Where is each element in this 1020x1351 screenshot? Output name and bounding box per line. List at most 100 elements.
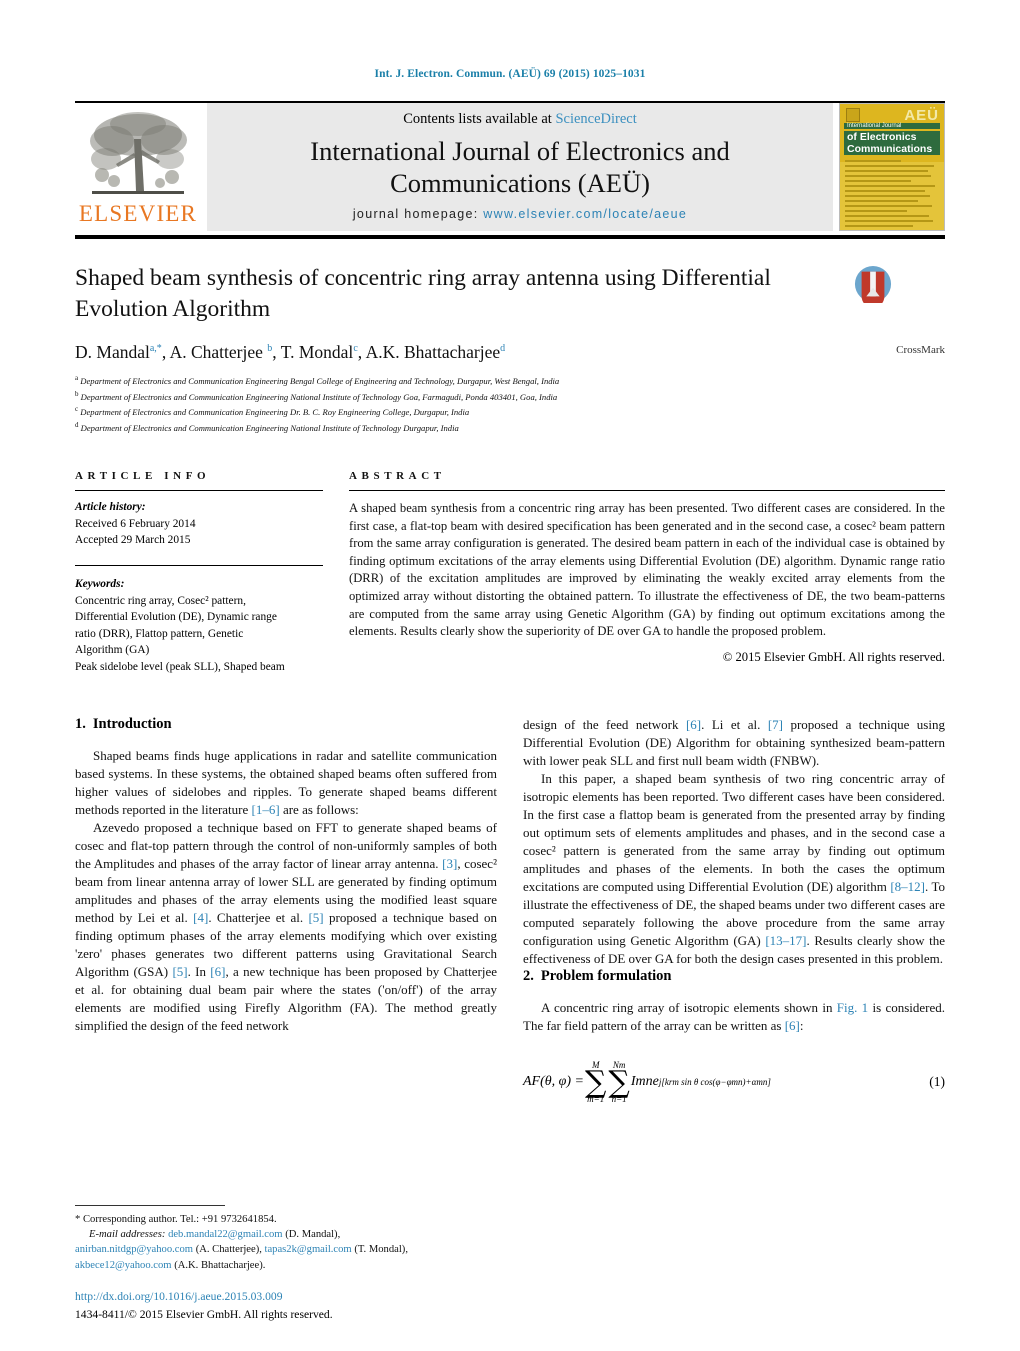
paragraph-text: Azevedo proposed a technique based on FF…: [75, 819, 497, 871]
cover-contents-lines: [845, 160, 939, 227]
journal-title: International Journal of Electronics and…: [217, 136, 823, 199]
keyword-line: Peak sidelobe level (peak SLL), Shaped b…: [75, 661, 285, 674]
paragraph-text: are as follows:: [279, 801, 359, 817]
keywords-label: Keywords:: [75, 577, 125, 590]
cover-title-line1: International Journal: [844, 123, 940, 129]
citation-ref[interactable]: [8–12]: [890, 879, 925, 894]
cover-logo-square: [846, 108, 860, 122]
journal-masthead: ELSEVIER Contents lists available at Sci…: [75, 101, 945, 231]
email-addresses: E-mail addresses: deb.mandal22@gmail.com…: [75, 1227, 515, 1242]
affiliation-text: Department of Electronics and Communicat…: [80, 375, 560, 386]
author-name: T. Mondal: [280, 342, 354, 363]
journal-title-line2: Communications (AEÜ): [390, 167, 650, 198]
footnote-rule: [75, 1204, 225, 1206]
equation-lhs: AF(θ, φ) =: [523, 1074, 584, 1090]
keyword-line: Differential Evolution (DE), Dynamic ran…: [75, 611, 277, 624]
elsevier-logo: ELSEVIER: [75, 103, 201, 231]
crossmark-icon: [855, 265, 892, 303]
email-owner: (T. Mondal),: [354, 1244, 408, 1256]
author-affil-mark: b: [267, 343, 273, 355]
corresponding-author-line: * Corresponding author. Tel.: +91 973264…: [75, 1212, 515, 1227]
figure-ref[interactable]: Fig. 1: [837, 1000, 868, 1015]
paragraph-text: :: [799, 1017, 804, 1033]
elsevier-wordmark: ELSEVIER: [78, 201, 198, 226]
corresponding-star: *: [75, 1213, 81, 1225]
paragraph: Azevedo proposed a technique based on FF…: [75, 819, 497, 1035]
email-link[interactable]: anirban.nitdgp@yahoo.com: [75, 1244, 193, 1255]
contents-prefix: Contents lists available at: [403, 111, 556, 128]
footnote-block: * Corresponding author. Tel.: +91 973264…: [75, 1204, 515, 1273]
abstract-column: ABSTRACT A shaped beam synthesis from a …: [349, 470, 945, 676]
body-column-right: design of the feed network [6]. Li et al…: [523, 716, 945, 1105]
email-addresses-cont2: akbece12@yahoo.com (A.K. Bhattacharjee).: [75, 1258, 515, 1273]
paragraph-text: . In: [187, 963, 211, 979]
equation-body: AF(θ, φ) = M ∑ m=1 Nm ∑ n=1 Imn e j[krm si…: [523, 1059, 771, 1105]
citation-ref[interactable]: [6]: [210, 964, 225, 979]
affiliation-mark: b: [75, 389, 79, 398]
affiliation-text: Department of Electronics and Communicat…: [80, 423, 459, 434]
citation-ref[interactable]: [6]: [686, 717, 701, 732]
abstract-heading: ABSTRACT: [349, 469, 446, 482]
homepage-label: journal homepage:: [352, 206, 479, 221]
cover-top-band: AEÜ International Journal of Electronics…: [840, 104, 944, 162]
paper-title-line1: Shaped beam synthesis of concentric ring…: [75, 265, 656, 291]
citation-ref[interactable]: [5]: [172, 964, 187, 979]
doi-block: http://dx.doi.org/10.1016/j.aeue.2015.03…: [75, 1288, 333, 1323]
paragraph-text: In this paper, a shaped beam synthesis o…: [523, 770, 945, 894]
paper-page: Int. J. Electron. Commun. (AEÜ) 69 (2015…: [0, 0, 1020, 1351]
page-title: Shaped beam synthesis of concentric ring…: [75, 263, 775, 324]
article-history-item: Received 6 February 2014: [75, 517, 196, 530]
section-heading-problem-formulation: 2. Problem formulation: [523, 968, 945, 985]
contents-available-line: Contents lists available at ScienceDirec…: [217, 111, 823, 128]
paragraph: In this paper, a shaped beam synthesis o…: [523, 770, 945, 968]
paragraph-text: . Li et al.: [701, 716, 768, 732]
citation-ref[interactable]: [13–17]: [765, 933, 806, 948]
abstract-text: A shaped beam synthesis from a concentri…: [349, 500, 945, 639]
keywords-block: Keywords: Concentric ring array, Cosec² …: [75, 576, 323, 676]
journal-cover-image: AEÜ International Journal of Electronics…: [839, 103, 945, 231]
citation-ref[interactable]: [5]: [308, 910, 323, 925]
paragraph: Shaped beams finds huge applications in …: [75, 747, 497, 819]
sum-lower-limit: n=1: [611, 1094, 627, 1105]
author-affil-mark: d: [500, 343, 506, 355]
article-info-column: ARTICLE INFO Article history: Received 6…: [75, 470, 323, 676]
affiliation-item: d Department of Electronics and Communic…: [75, 420, 850, 436]
email-link[interactable]: tapas2k@gmail.com: [265, 1244, 352, 1255]
article-history-label: Article history:: [75, 500, 146, 513]
affiliation-mark: c: [75, 405, 79, 414]
sum-lower-limit: m=1: [587, 1094, 605, 1105]
email-link[interactable]: deb.mandal22@gmail.com: [168, 1229, 283, 1240]
title-area: Shaped beam synthesis of concentric ring…: [75, 263, 945, 436]
citation-ref[interactable]: [1–6]: [252, 802, 280, 817]
section-title: Problem formulation: [540, 967, 672, 984]
email-owner: (A. Chatterjee),: [195, 1244, 262, 1256]
info-abstract-section: ARTICLE INFO Article history: Received 6…: [75, 470, 945, 676]
journal-title-line1: International Journal of Electronics and: [310, 136, 730, 167]
author-affil-mark: c: [353, 343, 358, 355]
elsevier-tree-icon: [90, 112, 187, 194]
citation-ref[interactable]: [7]: [768, 717, 783, 732]
affiliation-item: a Department of Electronics and Communic…: [75, 373, 850, 389]
article-history-item: Accepted 29 March 2015: [75, 534, 191, 547]
affiliation-mark: d: [75, 421, 79, 430]
email-label: E-mail addresses:: [89, 1228, 166, 1240]
masthead-bottom-rule: [75, 235, 945, 239]
author-affil-mark: a,*: [149, 343, 162, 355]
citation-ref[interactable]: [6]: [785, 1018, 800, 1033]
author-name: D. Mandal: [75, 342, 150, 363]
body-columns: 1. Introduction Shaped beams finds huge a…: [75, 716, 945, 1105]
citation-ref[interactable]: [3]: [442, 856, 457, 871]
title-main: Shaped beam synthesis of concentric ring…: [75, 263, 850, 436]
paragraph-text: A concentric ring array of isotropic ele…: [541, 999, 837, 1015]
email-owner: (D. Mandal),: [285, 1228, 341, 1240]
summation-2: Nm ∑ n=1: [608, 1060, 629, 1105]
author-name: A.K. Bhattacharjee: [365, 342, 501, 363]
affiliation-mark: a: [75, 373, 79, 382]
homepage-url-link[interactable]: www.elsevier.com/locate/aeue: [483, 207, 687, 221]
article-info-heading: ARTICLE INFO: [75, 469, 211, 482]
citation-ref[interactable]: [4]: [193, 910, 208, 925]
email-link[interactable]: akbece12@yahoo.com: [75, 1260, 172, 1271]
crossmark-badge[interactable]: CrossMark: [850, 263, 945, 436]
doi-link[interactable]: http://dx.doi.org/10.1016/j.aeue.2015.03…: [75, 1288, 333, 1305]
sciencedirect-link[interactable]: ScienceDirect: [555, 111, 636, 127]
